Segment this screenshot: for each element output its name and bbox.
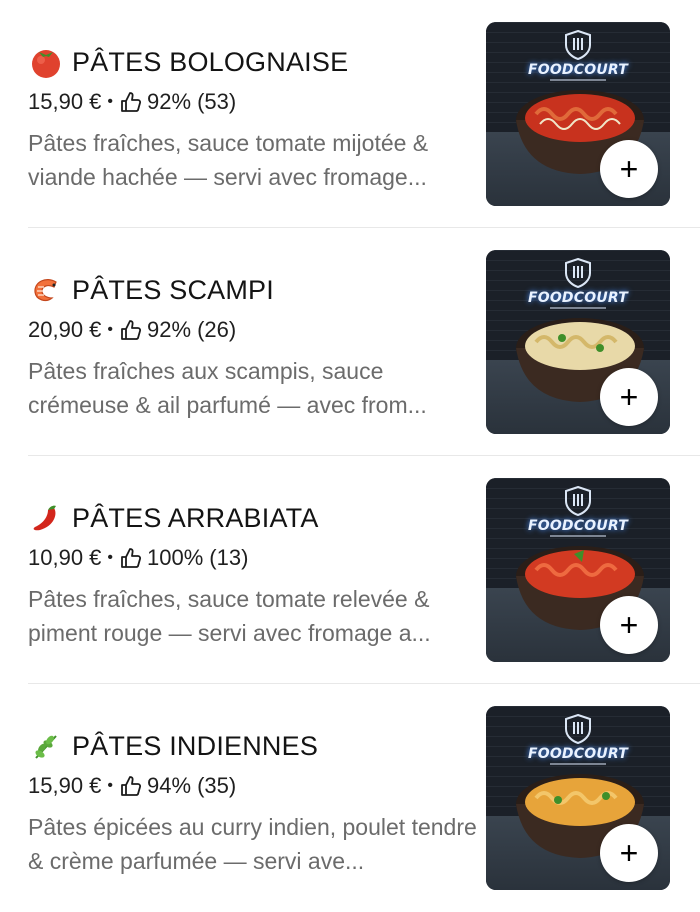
- item-title-row: PÂTES SCAMPI: [28, 270, 478, 310]
- item-description: Pâtes épicées au curry indien, poulet te…: [28, 814, 477, 874]
- item-review-count: (53): [197, 89, 237, 114]
- menu-list: PÂTES BOLOGNAISE 15,90 € • 92% (53) Pâte…: [0, 0, 700, 900]
- foodcourt-logo-icon: [565, 714, 591, 744]
- foodcourt-logo-icon: [565, 30, 591, 60]
- item-price: 20,90 €: [28, 317, 102, 342]
- item-description: Pâtes fraîches, sauce tomate mijotée & v…: [28, 130, 429, 190]
- add-to-cart-button[interactable]: +: [600, 368, 658, 426]
- item-rating: 92%: [147, 317, 192, 342]
- item-rating: 100%: [147, 545, 204, 570]
- thumbs-up-icon: [119, 774, 143, 798]
- shrimp-icon: [28, 272, 64, 308]
- item-title: PÂTES SCAMPI: [72, 274, 274, 305]
- item-info: PÂTES INDIENNES 15,90 € • 94% (35) Pâtes…: [28, 726, 478, 878]
- chili-pepper-icon: [28, 500, 64, 536]
- item-info: PÂTES ARRABIATA 10,90 € • 100% (13) Pâte…: [28, 498, 478, 650]
- menu-item-indiennes[interactable]: PÂTES INDIENNES 15,90 € • 94% (35) Pâtes…: [0, 684, 700, 912]
- item-review-count: (26): [197, 317, 237, 342]
- foodcourt-logo-icon: [565, 486, 591, 516]
- item-meta: 15,90 € • 94% (35): [28, 770, 478, 802]
- item-title: PÂTES INDIENNES: [72, 730, 319, 761]
- foodcourt-logo-icon: [565, 258, 591, 288]
- thumbs-up-icon: [119, 546, 143, 570]
- item-title: PÂTES ARRABIATA: [72, 502, 319, 533]
- item-rating: 94%: [147, 773, 192, 798]
- item-info: PÂTES BOLOGNAISE 15,90 € • 92% (53) Pâte…: [28, 42, 478, 194]
- menu-item-arrabiata[interactable]: PÂTES ARRABIATA 10,90 € • 100% (13) Pâte…: [0, 456, 700, 684]
- photo-brand: FOODCOURT: [527, 62, 629, 78]
- item-price: 15,90 €: [28, 89, 102, 114]
- thumbs-up-icon: [119, 90, 143, 114]
- item-title-row: PÂTES ARRABIATA: [28, 498, 478, 538]
- photo-brand: FOODCOURT: [527, 746, 629, 762]
- item-info: PÂTES SCAMPI 20,90 € • 92% (26) Pâtes fr…: [28, 270, 478, 422]
- add-to-cart-button[interactable]: +: [600, 596, 658, 654]
- thumbs-up-icon: [119, 318, 143, 342]
- menu-item-scampi[interactable]: PÂTES SCAMPI 20,90 € • 92% (26) Pâtes fr…: [0, 228, 700, 456]
- item-title: PÂTES BOLOGNAISE: [72, 46, 349, 77]
- item-meta: 10,90 € • 100% (13): [28, 542, 478, 574]
- item-description: Pâtes fraîches aux scampis, sauce crémeu…: [28, 358, 427, 418]
- item-review-count: (35): [197, 773, 237, 798]
- separator-dot: •: [107, 321, 114, 338]
- separator-dot: •: [107, 93, 114, 110]
- item-review-count: (13): [209, 545, 249, 570]
- separator-dot: •: [107, 777, 114, 794]
- item-meta: 20,90 € • 92% (26): [28, 314, 478, 346]
- item-divider: [28, 455, 700, 456]
- item-title-row: PÂTES BOLOGNAISE: [28, 42, 478, 82]
- item-rating: 92%: [147, 89, 192, 114]
- add-to-cart-button[interactable]: +: [600, 140, 658, 198]
- item-title-row: PÂTES INDIENNES: [28, 726, 478, 766]
- photo-brand: FOODCOURT: [527, 290, 629, 306]
- tomato-icon: [28, 44, 64, 80]
- item-divider: [28, 683, 700, 684]
- add-to-cart-button[interactable]: +: [600, 824, 658, 882]
- photo-brand: FOODCOURT: [527, 518, 629, 534]
- item-price: 10,90 €: [28, 545, 102, 570]
- item-divider: [28, 227, 700, 228]
- item-price: 15,90 €: [28, 773, 102, 798]
- item-meta: 15,90 € • 92% (53): [28, 86, 478, 118]
- item-description: Pâtes fraîches, sauce tomate relevée & p…: [28, 586, 431, 646]
- menu-item-bolognaise[interactable]: PÂTES BOLOGNAISE 15,90 € • 92% (53) Pâte…: [0, 0, 700, 228]
- herb-icon: [28, 728, 64, 764]
- separator-dot: •: [107, 549, 114, 566]
